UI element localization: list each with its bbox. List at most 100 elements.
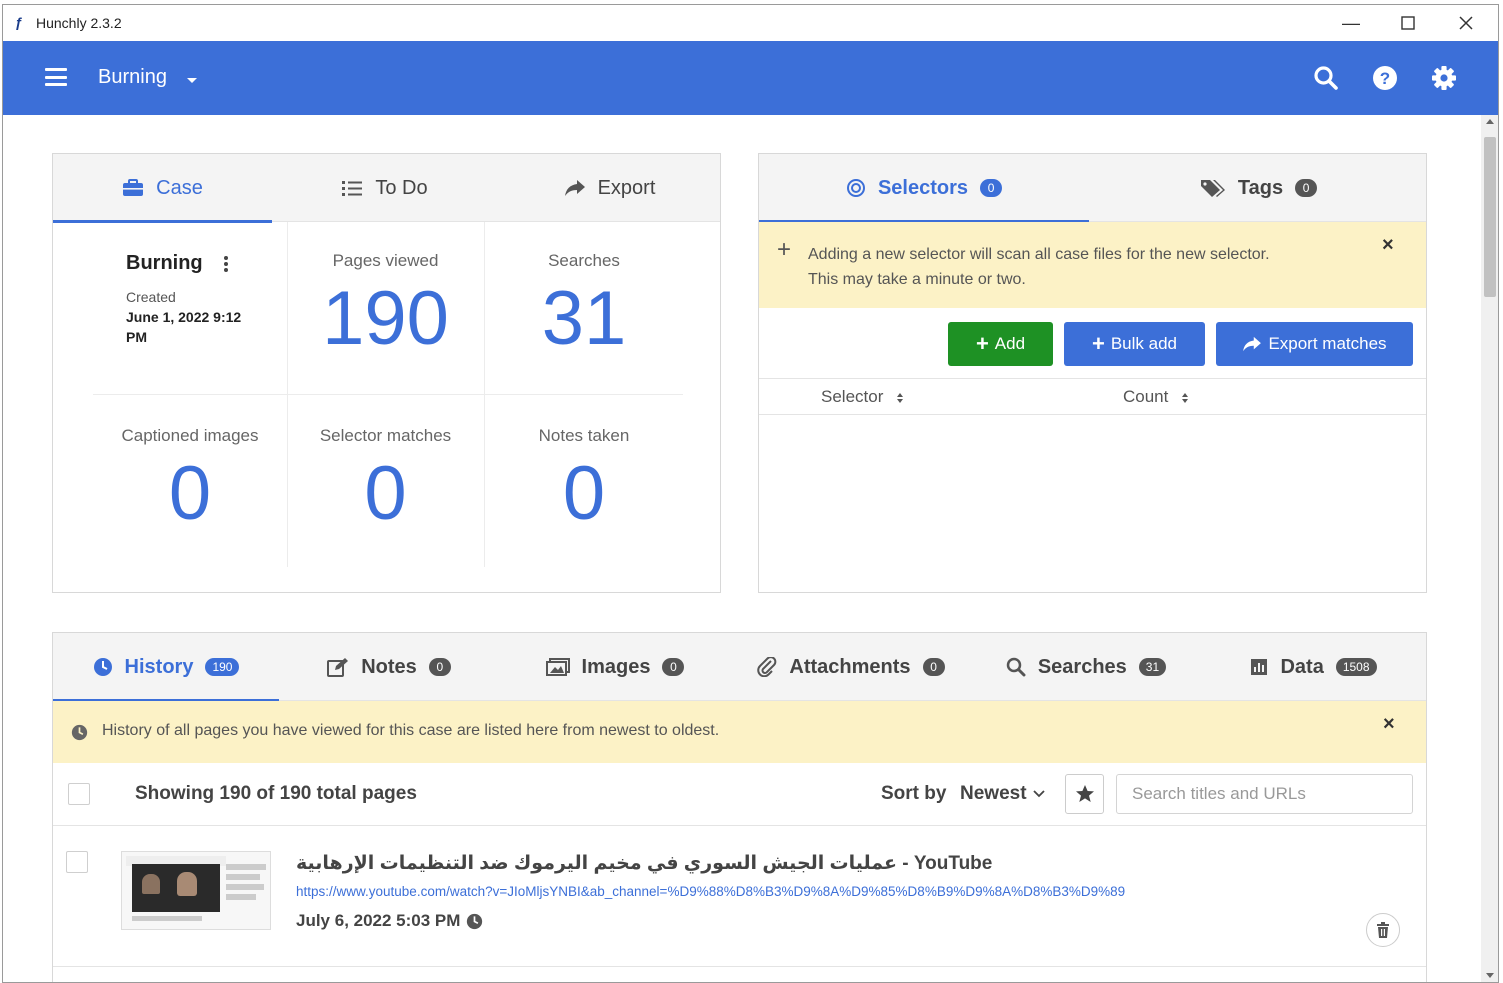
tab-searches[interactable]: Searches 31 (971, 633, 1201, 701)
column-count[interactable]: Count (1123, 387, 1189, 407)
data-count-badge: 1508 (1335, 658, 1377, 676)
tab-attachments[interactable]: Attachments 0 (731, 633, 971, 701)
gear-icon[interactable] (1429, 63, 1459, 93)
sort-icon (1182, 392, 1189, 403)
images-icon (545, 658, 570, 676)
tab-images[interactable]: Images 0 (499, 633, 731, 701)
selectors-panel: Selectors 0 Tags 0 + Adding a new select… (758, 153, 1427, 593)
tab-data[interactable]: Data 1508 (1201, 633, 1426, 701)
maximize-button[interactable] (1383, 9, 1433, 37)
export-matches-button[interactable]: Export matches (1216, 322, 1413, 366)
window-title: Hunchly 2.3.2 (36, 15, 122, 31)
select-all-checkbox[interactable] (68, 783, 90, 805)
title-bar: ƒ Hunchly 2.3.2 — (3, 5, 1498, 41)
vertical-scrollbar[interactable] (1481, 115, 1498, 982)
case-panel: Case To Do Export Burning Created June 1… (52, 153, 721, 593)
list-icon (342, 181, 363, 196)
tab-notes[interactable]: Notes 0 (279, 633, 499, 701)
created-date: June 1, 2022 9:12 (126, 309, 242, 325)
minimize-button[interactable]: — (1326, 9, 1376, 37)
attachments-count-badge: 0 (922, 658, 945, 676)
close-icon (1459, 16, 1473, 30)
page-url[interactable]: https://www.youtube.com/watch?v=JIoMljsY… (296, 884, 1356, 899)
star-icon (1075, 785, 1094, 802)
plus-icon: + (1091, 331, 1105, 356)
add-selector-button[interactable]: + Add (948, 322, 1053, 366)
sort-icon (897, 392, 904, 403)
scroll-up-icon[interactable] (1486, 119, 1494, 124)
paperclip-icon (757, 657, 777, 677)
case-options-icon[interactable] (223, 255, 229, 278)
tab-case[interactable]: Case (53, 154, 272, 223)
divider (759, 378, 1426, 379)
favorites-filter-button[interactable] (1065, 774, 1104, 814)
clock-icon (71, 724, 88, 741)
plus-icon: + (975, 331, 989, 356)
searches-count-badge: 31 (1138, 658, 1167, 676)
tab-export[interactable]: Export (497, 154, 722, 222)
search-icon (1006, 657, 1026, 677)
notes-count-badge: 0 (428, 658, 451, 676)
clock-icon (467, 913, 483, 929)
app-bar: Burning ? (3, 41, 1498, 115)
page-title[interactable]: عمليات الجيش السوري في مخيم اليرموك ضد ا… (296, 852, 992, 875)
column-selector[interactable]: Selector (821, 387, 904, 407)
divider (93, 394, 683, 395)
page-date: July 6, 2022 5:03 PM (296, 911, 483, 931)
share-icon (1243, 336, 1262, 352)
stat-captioned-images: Captioned images 0 (121, 426, 259, 536)
stat-notes-taken: Notes taken 0 (538, 426, 630, 536)
row-checkbox[interactable] (66, 851, 88, 873)
chart-icon (1251, 659, 1268, 675)
sort-dropdown[interactable]: Newest (960, 783, 1045, 805)
history-notice: History of all pages you have viewed for… (53, 701, 1426, 763)
chevron-down-icon (1032, 790, 1045, 798)
case-selector[interactable]: Burning (98, 66, 167, 89)
stat-pages-viewed: Pages viewed 190 (322, 251, 449, 361)
delete-button[interactable] (1366, 913, 1400, 947)
tab-tags[interactable]: Tags 0 (1089, 154, 1428, 222)
case-tabbar: Case To Do Export (53, 154, 722, 223)
clock-icon (93, 658, 112, 676)
images-count-badge: 0 (662, 658, 685, 676)
bulk-add-button[interactable]: + Bulk add (1064, 322, 1205, 366)
close-icon[interactable]: × (1383, 713, 1395, 736)
created-label: Created (126, 289, 176, 305)
close-icon[interactable]: × (1382, 234, 1394, 257)
created-time-suffix: PM (126, 329, 147, 345)
divider (759, 414, 1426, 415)
stat-selector-matches: Selector matches 0 (319, 426, 452, 536)
table-row[interactable]: عمليات الجيش السوري في مخيم اليرموك ضد ا… (53, 826, 1426, 966)
tab-selectors[interactable]: Selectors 0 (759, 154, 1089, 223)
search-icon[interactable] (1311, 63, 1341, 93)
target-icon (846, 179, 865, 197)
svg-text:?: ? (1380, 69, 1390, 88)
tab-history[interactable]: History 190 (53, 633, 279, 702)
briefcase-icon (123, 179, 144, 196)
help-icon[interactable]: ? (1370, 63, 1400, 93)
app-window: ƒ Hunchly 2.3.2 — Burning ? Case To Do E… (2, 4, 1499, 983)
selector-notice: + Adding a new selector will scan all ca… (759, 222, 1426, 308)
stat-searches: Searches 31 (541, 251, 627, 361)
tab-todo[interactable]: To Do (272, 154, 497, 222)
plus-icon: + (777, 236, 792, 263)
main-content: Case To Do Export Burning Created June 1… (3, 115, 1481, 982)
edit-icon (327, 658, 349, 677)
search-input[interactable]: Search titles and URLs (1116, 774, 1413, 814)
history-count-badge: 190 (205, 658, 240, 676)
trash-icon (1377, 922, 1389, 938)
share-icon (564, 180, 585, 196)
menu-icon[interactable] (45, 68, 67, 86)
tags-count-badge: 0 (1295, 179, 1318, 197)
showing-count: Showing 190 of 190 total pages (135, 783, 417, 804)
maximize-icon (1401, 16, 1415, 30)
tags-icon (1200, 180, 1225, 197)
close-window-button[interactable] (1441, 9, 1491, 37)
scroll-down-icon[interactable] (1486, 973, 1494, 978)
chevron-down-icon[interactable] (187, 78, 197, 83)
history-tabbar: History 190 Notes 0 Images 0 Attachments… (53, 633, 1426, 702)
page-thumbnail[interactable] (121, 851, 271, 930)
selectors-tabbar: Selectors 0 Tags 0 (759, 154, 1428, 223)
scrollbar-thumb[interactable] (1484, 137, 1496, 297)
hunchly-logo-icon: ƒ (15, 14, 23, 30)
